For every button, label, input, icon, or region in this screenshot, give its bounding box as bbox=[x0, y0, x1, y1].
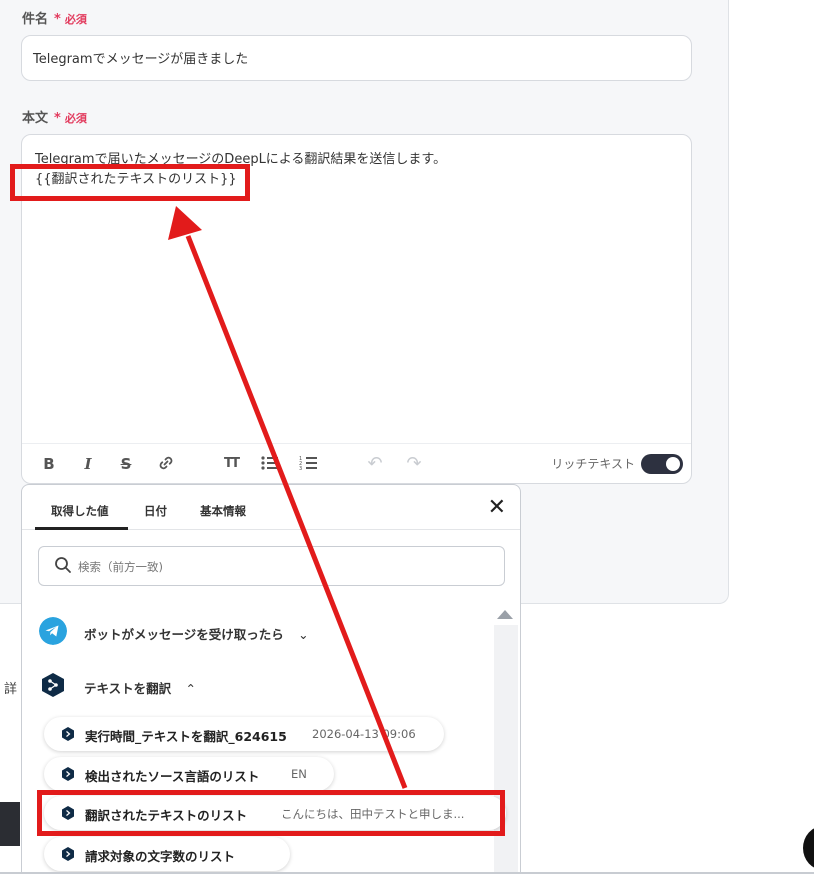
annotation-arrow bbox=[168, 206, 408, 789]
